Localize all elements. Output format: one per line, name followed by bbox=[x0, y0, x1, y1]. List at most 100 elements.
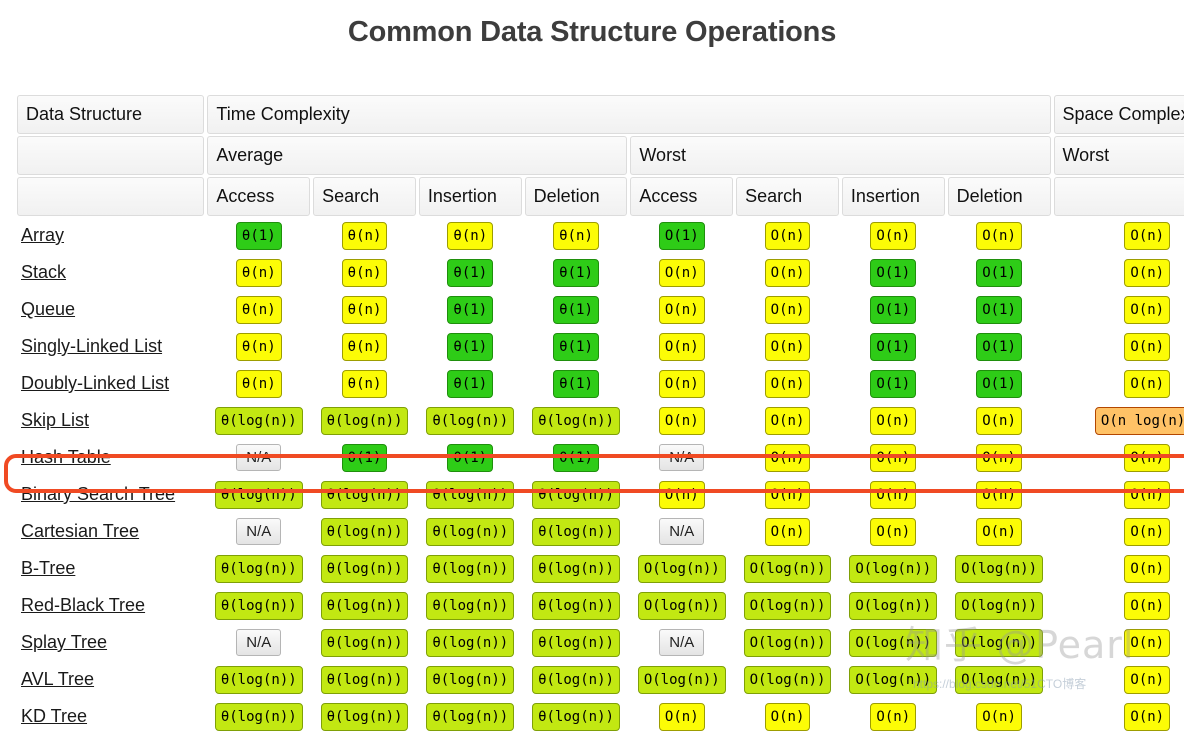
row-label-splay-tree[interactable]: Splay Tree bbox=[17, 625, 204, 660]
worst-search-value: O(n) bbox=[765, 444, 811, 472]
row-label-stack[interactable]: Stack bbox=[17, 255, 204, 290]
row-label-avl-tree[interactable]: AVL Tree bbox=[17, 662, 204, 697]
worst-deletion-cell: O(n) bbox=[948, 403, 1051, 438]
worst-search-cell: O(n) bbox=[736, 477, 839, 512]
space-worst-cell: O(n) bbox=[1054, 551, 1184, 586]
data-structure-link[interactable]: AVL Tree bbox=[21, 669, 94, 689]
worst-insertion-value: O(n) bbox=[870, 703, 916, 731]
avg-insertion-cell: θ(log(n)) bbox=[419, 588, 522, 623]
worst-access-cell: O(n) bbox=[630, 366, 733, 401]
worst-deletion-cell: O(n) bbox=[948, 477, 1051, 512]
data-structure-link[interactable]: Queue bbox=[21, 299, 75, 319]
worst-insertion-value: O(log(n)) bbox=[849, 666, 937, 694]
avg-insertion-cell: θ(log(n)) bbox=[419, 514, 522, 549]
space-worst-cell: O(n) bbox=[1054, 477, 1184, 512]
worst-deletion-value: O(n) bbox=[976, 481, 1022, 509]
avg-search-value: θ(log(n)) bbox=[321, 703, 409, 731]
worst-insertion-value: O(1) bbox=[870, 296, 916, 324]
data-structure-link[interactable]: B-Tree bbox=[21, 558, 75, 578]
row-label-binary-search-tree[interactable]: Binary Search Tree bbox=[17, 477, 204, 512]
avg-insertion-value: θ(log(n)) bbox=[426, 703, 514, 731]
row-label-queue[interactable]: Queue bbox=[17, 292, 204, 327]
space-worst-cell: O(n) bbox=[1054, 366, 1184, 401]
worst-insertion-cell: O(n) bbox=[842, 699, 945, 734]
avg-deletion-value: θ(log(n)) bbox=[532, 518, 620, 546]
worst-search-cell: O(n) bbox=[736, 366, 839, 401]
data-structure-link[interactable]: Binary Search Tree bbox=[21, 484, 175, 504]
worst-access-cell: O(log(n)) bbox=[630, 662, 733, 697]
worst-access-cell: O(n) bbox=[630, 477, 733, 512]
table-row: KD Treeθ(log(n))θ(log(n))θ(log(n))θ(log(… bbox=[17, 699, 1184, 734]
header-avg-access: Access bbox=[207, 177, 310, 216]
avg-deletion-cell: θ(1) bbox=[525, 329, 628, 364]
worst-deletion-cell: O(log(n)) bbox=[948, 625, 1051, 660]
worst-search-cell: O(n) bbox=[736, 292, 839, 327]
worst-search-value: O(n) bbox=[765, 370, 811, 398]
space-worst-value: O(n log(n)) bbox=[1095, 407, 1184, 435]
data-structure-link[interactable]: Skip List bbox=[21, 410, 89, 430]
row-label-skip-list[interactable]: Skip List bbox=[17, 403, 204, 438]
data-structure-link[interactable]: Array bbox=[21, 225, 64, 245]
worst-search-value: O(log(n)) bbox=[744, 666, 832, 694]
space-worst-value: O(n) bbox=[1124, 259, 1170, 287]
avg-search-value: θ(log(n)) bbox=[321, 555, 409, 583]
avg-access-value: θ(1) bbox=[236, 222, 282, 250]
avg-insertion-value: θ(n) bbox=[447, 222, 493, 250]
worst-deletion-cell: O(1) bbox=[948, 292, 1051, 327]
row-label-array[interactable]: Array bbox=[17, 218, 204, 253]
worst-access-cell: N/A bbox=[630, 625, 733, 660]
header-average: Average bbox=[207, 136, 627, 175]
data-structure-link[interactable]: Hash Table bbox=[21, 447, 111, 467]
avg-insertion-value: θ(1) bbox=[447, 296, 493, 324]
avg-deletion-value: θ(log(n)) bbox=[532, 592, 620, 620]
worst-search-cell: O(n) bbox=[736, 440, 839, 475]
row-label-red-black-tree[interactable]: Red-Black Tree bbox=[17, 588, 204, 623]
header-blank-3 bbox=[1054, 177, 1184, 216]
avg-access-value: θ(n) bbox=[236, 370, 282, 398]
worst-insertion-value: O(1) bbox=[870, 370, 916, 398]
worst-access-value: N/A bbox=[659, 444, 704, 471]
worst-insertion-cell: O(log(n)) bbox=[842, 551, 945, 586]
row-label-kd-tree[interactable]: KD Tree bbox=[17, 699, 204, 734]
row-label-b-tree[interactable]: B-Tree bbox=[17, 551, 204, 586]
data-structure-link[interactable]: Splay Tree bbox=[21, 632, 107, 652]
data-structure-link[interactable]: KD Tree bbox=[21, 706, 87, 726]
avg-search-cell: θ(n) bbox=[313, 292, 416, 327]
avg-deletion-value: θ(1) bbox=[553, 333, 599, 361]
avg-access-cell: θ(log(n)) bbox=[207, 403, 310, 438]
avg-deletion-cell: θ(1) bbox=[525, 255, 628, 290]
worst-search-value: O(n) bbox=[765, 222, 811, 250]
data-structure-link[interactable]: Stack bbox=[21, 262, 66, 282]
avg-access-cell: θ(log(n)) bbox=[207, 699, 310, 734]
worst-access-cell: O(n) bbox=[630, 403, 733, 438]
worst-search-value: O(n) bbox=[765, 481, 811, 509]
avg-access-cell: θ(log(n)) bbox=[207, 477, 310, 512]
worst-search-value: O(n) bbox=[765, 333, 811, 361]
row-label-doubly-linked-list[interactable]: Doubly-Linked List bbox=[17, 366, 204, 401]
table-row: B-Treeθ(log(n))θ(log(n))θ(log(n))θ(log(n… bbox=[17, 551, 1184, 586]
row-label-singly-linked-list[interactable]: Singly-Linked List bbox=[17, 329, 204, 364]
worst-insertion-value: O(n) bbox=[870, 222, 916, 250]
data-structure-link[interactable]: Red-Black Tree bbox=[21, 595, 145, 615]
space-worst-cell: O(n) bbox=[1054, 662, 1184, 697]
data-structure-link[interactable]: Cartesian Tree bbox=[21, 521, 139, 541]
worst-insertion-value: O(n) bbox=[870, 481, 916, 509]
worst-deletion-cell: O(n) bbox=[948, 514, 1051, 549]
avg-insertion-cell: θ(log(n)) bbox=[419, 551, 522, 586]
avg-search-value: θ(n) bbox=[342, 296, 388, 324]
row-label-cartesian-tree[interactable]: Cartesian Tree bbox=[17, 514, 204, 549]
worst-search-value: O(n) bbox=[765, 259, 811, 287]
avg-access-value: θ(log(n)) bbox=[215, 703, 303, 731]
data-structure-link[interactable]: Singly-Linked List bbox=[21, 336, 162, 356]
row-label-hash-table[interactable]: Hash Table bbox=[17, 440, 204, 475]
avg-deletion-value: θ(1) bbox=[553, 296, 599, 324]
space-worst-cell: O(n) bbox=[1054, 292, 1184, 327]
worst-access-value: O(n) bbox=[659, 370, 705, 398]
avg-insertion-value: θ(log(n)) bbox=[426, 407, 514, 435]
worst-access-value: O(log(n)) bbox=[638, 555, 726, 583]
avg-access-cell: θ(1) bbox=[207, 218, 310, 253]
avg-access-value: N/A bbox=[236, 629, 281, 656]
avg-access-cell: θ(log(n)) bbox=[207, 588, 310, 623]
worst-deletion-cell: O(1) bbox=[948, 366, 1051, 401]
data-structure-link[interactable]: Doubly-Linked List bbox=[21, 373, 169, 393]
